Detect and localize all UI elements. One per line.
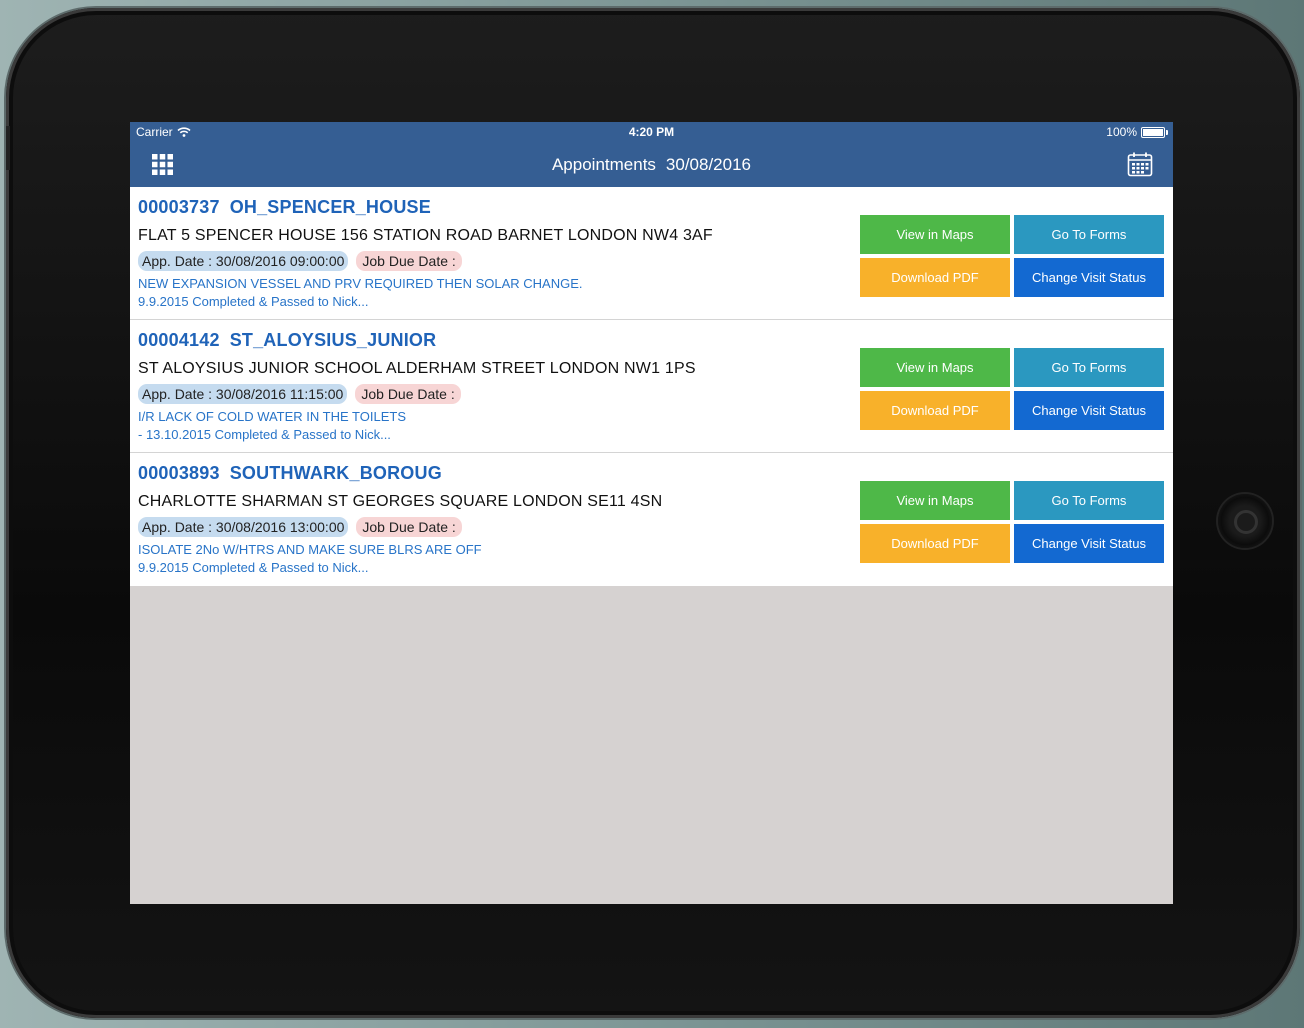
appointment-badges: App. Date : 30/08/2016 09:00:00 Job Due … [138, 251, 462, 271]
app-date-badge: App. Date : 30/08/2016 13:00:00 [138, 517, 349, 537]
appointment-id: 00004142 [138, 330, 220, 350]
appointment-description: I/R LACK OF COLD WATER IN THE TOILETS - … [138, 408, 406, 444]
appointment-actions: View in Maps Go To Forms Download PDF Ch… [860, 215, 1164, 297]
description-line: I/R LACK OF COLD WATER IN THE TOILETS [138, 409, 406, 424]
appointment-id: 00003893 [138, 463, 220, 483]
battery-label: 100% [1106, 125, 1137, 139]
navigation-bar: Appointments 30/08/2016 [130, 142, 1173, 187]
description-line: 9.9.2015 Completed & Passed to Nick... [138, 294, 369, 309]
page-title-date: 30/08/2016 [665, 155, 752, 174]
view-in-maps-button[interactable]: View in Maps [860, 215, 1010, 254]
appointment-card[interactable]: 00003737 OH_SPENCER_HOUSE FLAT 5 SPENCER … [130, 187, 1173, 320]
download-pdf-button[interactable]: Download PDF [860, 258, 1010, 297]
appointment-card[interactable]: 00004142 ST_ALOYSIUS_JUNIOR ST ALOYSIUS J… [130, 320, 1173, 453]
calendar-icon[interactable] [1127, 151, 1153, 177]
appointment-address: CHARLOTTE SHARMAN ST GEORGES SQUARE LOND… [138, 493, 663, 510]
appointment-title: 00003737 OH_SPENCER_HOUSE [138, 197, 431, 218]
appointment-badges: App. Date : 30/08/2016 13:00:00 Job Due … [138, 517, 462, 537]
description-line: NEW EXPANSION VESSEL AND PRV REQUIRED TH… [138, 276, 583, 291]
appointment-title: 00004142 ST_ALOYSIUS_JUNIOR [138, 330, 436, 351]
change-visit-status-button[interactable]: Change Visit Status [1014, 524, 1164, 563]
appointment-description: ISOLATE 2No W/HTRS AND MAKE SURE BLRS AR… [138, 541, 482, 577]
description-line: 9.9.2015 Completed & Passed to Nick... [138, 560, 369, 575]
job-due-badge: Job Due Date : [356, 517, 462, 537]
appointment-card[interactable]: 00003893 SOUTHWARK_BOROUG CHARLOTTE SHARM… [130, 453, 1173, 586]
app-date-badge: App. Date : 30/08/2016 11:15:00 [138, 384, 348, 404]
appointment-actions: View in Maps Go To Forms Download PDF Ch… [860, 481, 1164, 563]
appointment-badges: App. Date : 30/08/2016 11:15:00 Job Due … [138, 384, 461, 404]
appointment-code: SOUTHWARK_BOROUG [229, 463, 442, 483]
description-line: - 13.10.2015 Completed & Passed to Nick.… [138, 427, 391, 442]
change-visit-status-button[interactable]: Change Visit Status [1014, 391, 1164, 430]
status-time: 4:20 PM [628, 125, 675, 139]
battery-icon [1141, 126, 1168, 138]
appointment-code: ST_ALOYSIUS_JUNIOR [229, 330, 437, 350]
description-line: ISOLATE 2No W/HTRS AND MAKE SURE BLRS AR… [138, 542, 482, 557]
download-pdf-button[interactable]: Download PDF [860, 524, 1010, 563]
home-button[interactable] [1218, 494, 1272, 548]
battery-indicator: 100% [1106, 125, 1168, 139]
appointment-id: 00003737 [138, 197, 220, 217]
change-visit-status-button[interactable]: Change Visit Status [1014, 258, 1164, 297]
page-title-label: Appointments [551, 155, 656, 174]
page-title: Appointments 30/08/2016 [130, 155, 1173, 175]
view-in-maps-button[interactable]: View in Maps [860, 481, 1010, 520]
job-due-badge: Job Due Date : [356, 251, 462, 271]
status-bar: Carrier 4:20 PM 100% [130, 122, 1173, 142]
empty-list-area [130, 586, 1173, 902]
go-to-forms-button[interactable]: Go To Forms [1014, 481, 1164, 520]
appointment-title: 00003893 SOUTHWARK_BOROUG [138, 463, 442, 484]
go-to-forms-button[interactable]: Go To Forms [1014, 215, 1164, 254]
appointment-address: ST ALOYSIUS JUNIOR SCHOOL ALDERHAM STREE… [138, 360, 696, 377]
appointment-actions: View in Maps Go To Forms Download PDF Ch… [860, 348, 1164, 430]
view-in-maps-button[interactable]: View in Maps [860, 348, 1010, 387]
go-to-forms-button[interactable]: Go To Forms [1014, 348, 1164, 387]
side-switch [6, 126, 10, 170]
app-date-badge: App. Date : 30/08/2016 09:00:00 [138, 251, 349, 271]
app-screen: Carrier 4:20 PM 100% Appointments 30/08/2… [130, 122, 1173, 904]
job-due-badge: Job Due Date : [355, 384, 461, 404]
appointment-address: FLAT 5 SPENCER HOUSE 156 STATION ROAD BA… [138, 227, 713, 244]
appointment-description: NEW EXPANSION VESSEL AND PRV REQUIRED TH… [138, 275, 583, 311]
appointment-code: OH_SPENCER_HOUSE [229, 197, 431, 217]
download-pdf-button[interactable]: Download PDF [860, 391, 1010, 430]
appointment-list: 00003737 OH_SPENCER_HOUSE FLAT 5 SPENCER … [130, 187, 1173, 586]
